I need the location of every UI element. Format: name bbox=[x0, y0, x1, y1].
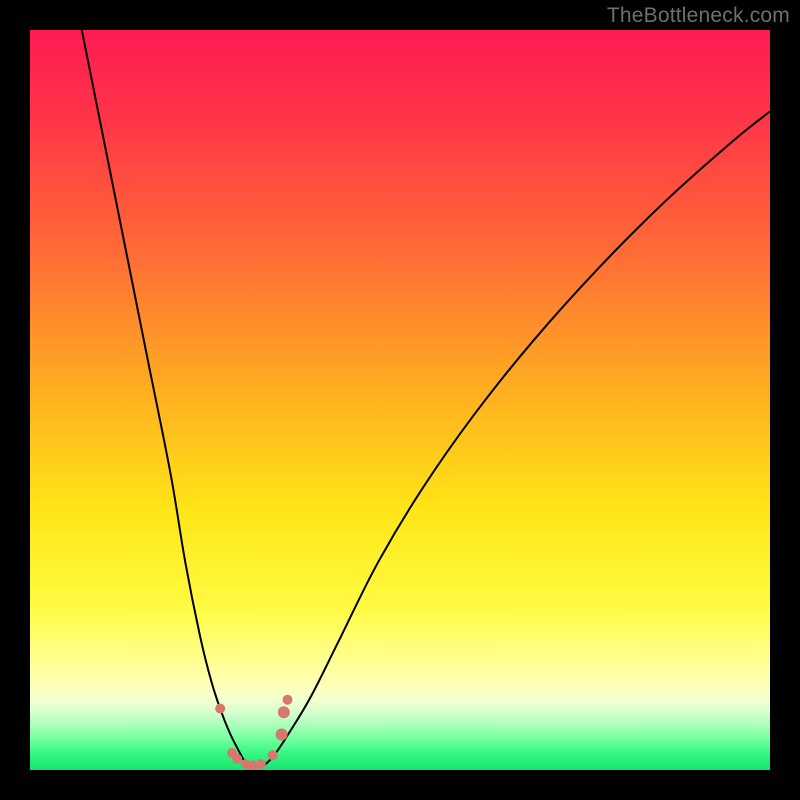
data-marker bbox=[276, 728, 288, 740]
data-marker bbox=[256, 759, 266, 769]
plot-svg bbox=[30, 30, 770, 770]
data-marker bbox=[215, 704, 225, 714]
data-marker bbox=[232, 754, 242, 764]
watermark-text: TheBottleneck.com bbox=[607, 4, 790, 28]
plot-area bbox=[30, 30, 770, 770]
data-marker bbox=[268, 750, 278, 760]
data-marker bbox=[283, 695, 293, 705]
gradient-background bbox=[30, 30, 770, 770]
data-marker bbox=[278, 706, 290, 718]
chart-stage: TheBottleneck.com bbox=[0, 0, 800, 800]
